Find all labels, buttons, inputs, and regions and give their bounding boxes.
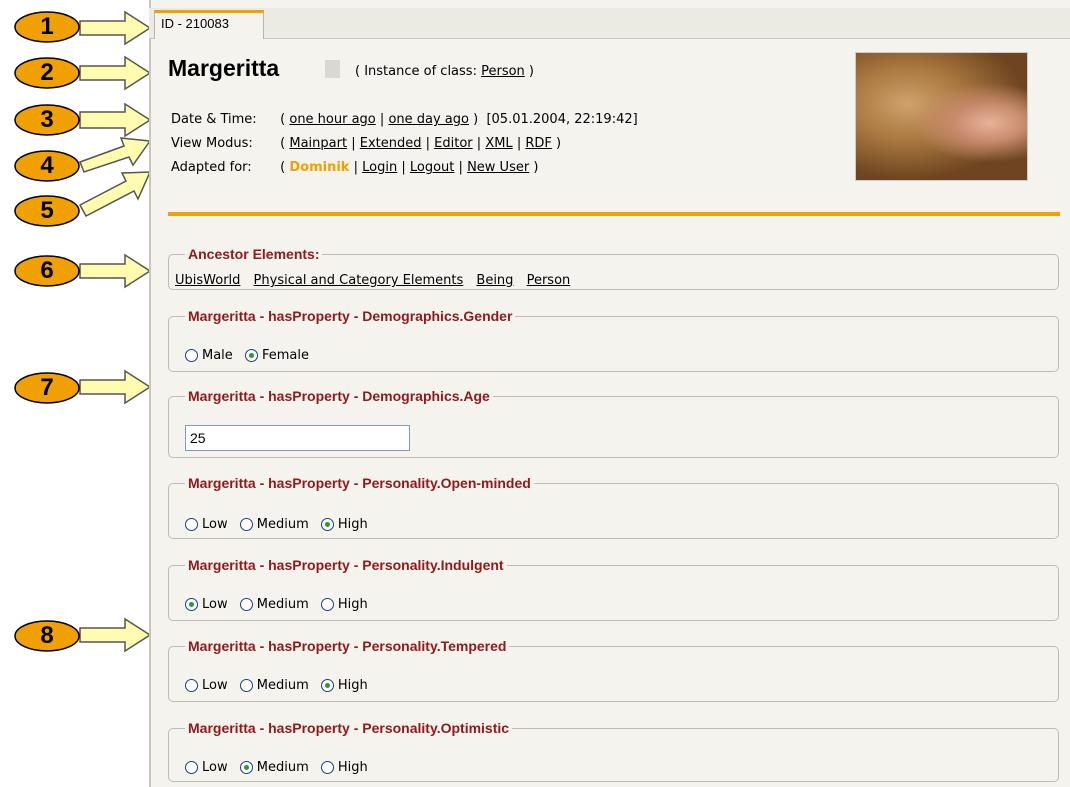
view-rdf-link[interactable]: RDF — [525, 136, 552, 151]
new-user-link[interactable]: New User — [467, 160, 529, 175]
property-open-minded: Margeritta - hasProperty - Personality.O… — [168, 475, 1059, 539]
property-tempered: Margeritta - hasProperty - Personality.T… — [168, 638, 1059, 702]
open-minded-low-option[interactable]: Low — [185, 517, 228, 532]
marker-1: 1 — [14, 11, 80, 43]
arrow-8-icon — [79, 617, 152, 653]
marker-6: 6 — [14, 255, 80, 287]
tempered-medium-option[interactable]: Medium — [239, 678, 309, 693]
profile-photo — [855, 52, 1028, 181]
arrow-4-icon — [79, 137, 152, 173]
indulgent-medium-option[interactable]: Medium — [239, 597, 309, 612]
page-title: Margeritta — [168, 55, 280, 81]
header-divider — [168, 212, 1060, 216]
marker-4: 4 — [14, 150, 80, 182]
edit-title-icon[interactable] — [325, 60, 340, 78]
view-modus-row: View Modus: ( Mainpart | Extended | Edit… — [171, 136, 562, 151]
tempered-high-option[interactable]: High — [320, 678, 368, 693]
property-indulgent: Margeritta - hasProperty - Personality.I… — [168, 557, 1059, 621]
ancestor-physical-link[interactable]: Physical and Category Elements — [254, 273, 464, 288]
radio-selected-icon[interactable] — [185, 598, 198, 611]
marker-2: 2 — [14, 57, 80, 89]
one-day-ago-link[interactable]: one day ago — [388, 112, 469, 127]
radio-icon[interactable] — [185, 679, 198, 692]
radio-icon[interactable] — [320, 761, 334, 774]
arrow-2-icon — [79, 55, 152, 91]
datetime-row: Date & Time: ( one hour ago | one day ag… — [171, 112, 638, 127]
tempered-low-option[interactable]: Low — [185, 678, 228, 693]
radio-icon[interactable] — [239, 679, 253, 692]
ancestor-ubisworld-link[interactable]: UbisWorld — [175, 273, 240, 288]
gender-male-option[interactable]: Male — [185, 348, 233, 363]
ancestor-person-link[interactable]: Person — [527, 273, 571, 288]
current-user[interactable]: Dominik — [289, 160, 349, 175]
view-editor-link[interactable]: Editor — [434, 136, 472, 151]
radio-selected-icon[interactable] — [320, 518, 334, 531]
datetime-value: [05.01.2004, 22:19:42] — [486, 112, 638, 127]
arrow-5-icon — [78, 171, 152, 218]
marker-8: 8 — [14, 620, 80, 652]
marker-3: 3 — [14, 104, 80, 136]
radio-icon[interactable] — [185, 761, 198, 774]
optimistic-low-option[interactable]: Low — [185, 760, 228, 775]
radio-icon[interactable] — [320, 598, 334, 611]
one-hour-ago-link[interactable]: one hour ago — [289, 112, 375, 127]
property-optimistic: Margeritta - hasProperty - Personality.O… — [168, 720, 1059, 782]
gender-female-option[interactable]: Female — [244, 348, 309, 363]
arrow-7-icon — [79, 369, 152, 405]
view-mainpart-link[interactable]: Mainpart — [289, 136, 347, 151]
marker-7: 7 — [14, 372, 80, 404]
radio-selected-icon[interactable] — [244, 349, 258, 362]
radio-icon[interactable] — [185, 518, 198, 531]
indulgent-low-option[interactable]: Low — [185, 597, 228, 612]
ancestor-elements: Ancestor Elements: UbisWorld Physical an… — [168, 246, 1059, 290]
radio-icon[interactable] — [239, 518, 253, 531]
login-link[interactable]: Login — [362, 160, 397, 175]
view-xml-link[interactable]: XML — [485, 136, 512, 151]
ancestor-being-link[interactable]: Being — [476, 273, 513, 288]
open-minded-high-option[interactable]: High — [320, 517, 368, 532]
arrow-6-icon — [79, 253, 152, 289]
view-extended-link[interactable]: Extended — [360, 136, 422, 151]
tab-strip — [149, 8, 1070, 39]
marker-5: 5 — [14, 195, 80, 227]
radio-icon[interactable] — [185, 349, 198, 362]
indulgent-high-option[interactable]: High — [320, 597, 368, 612]
arrow-3-icon — [79, 102, 152, 138]
radio-selected-icon[interactable] — [239, 761, 253, 774]
property-gender: Margeritta - hasProperty - Demographics.… — [168, 308, 1059, 372]
open-minded-medium-option[interactable]: Medium — [239, 517, 309, 532]
age-input[interactable] — [185, 425, 410, 451]
optimistic-medium-option[interactable]: Medium — [239, 760, 309, 775]
radio-icon[interactable] — [239, 598, 253, 611]
instance-of-class: ( Instance of class: Person ) — [355, 64, 534, 79]
adapted-for-row: Adapted for: ( Dominik | Login | Logout … — [171, 160, 539, 175]
property-age: Margeritta - hasProperty - Demographics.… — [168, 388, 1059, 458]
radio-selected-icon[interactable] — [320, 679, 334, 692]
class-person-link[interactable]: Person — [481, 64, 525, 79]
tab-id[interactable]: ID - 210083 — [154, 10, 264, 39]
logout-link[interactable]: Logout — [410, 160, 455, 175]
optimistic-high-option[interactable]: High — [320, 760, 368, 775]
arrow-1-icon — [79, 10, 152, 46]
